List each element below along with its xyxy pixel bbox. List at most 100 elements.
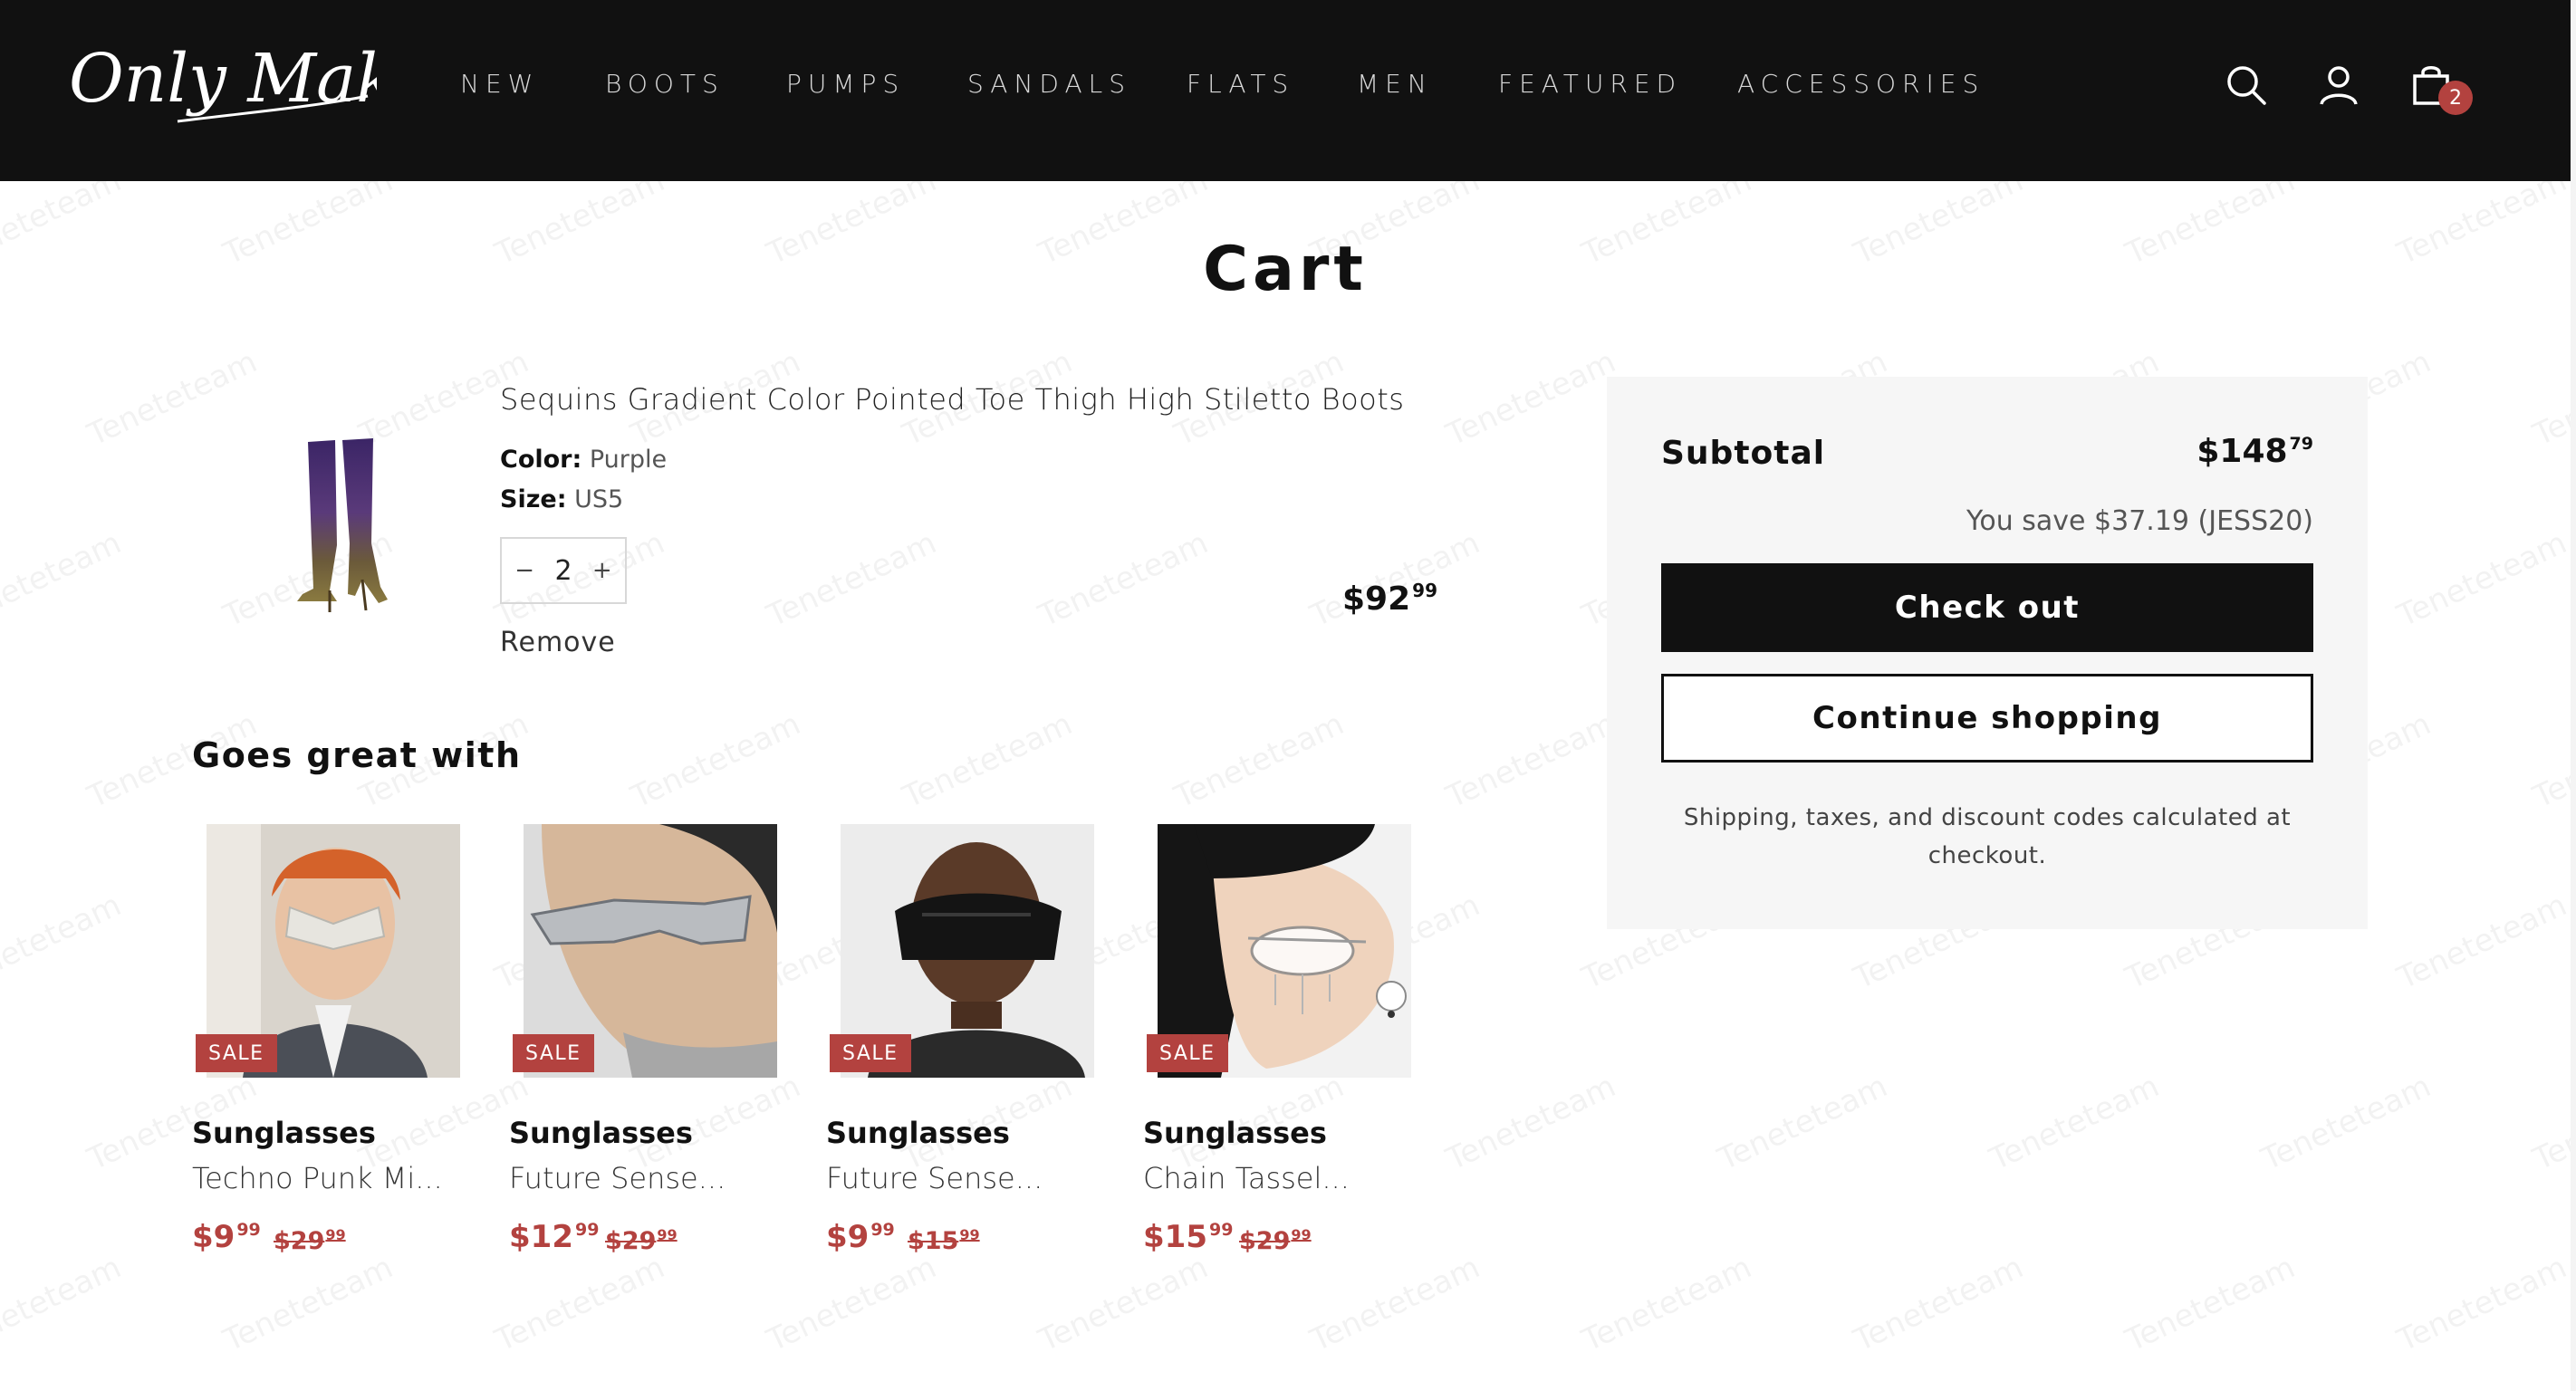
nav-item-featured[interactable]: FEATURED bbox=[1498, 69, 1682, 99]
cart-item-image[interactable] bbox=[272, 435, 399, 616]
watermark-text: Teneteteam bbox=[2255, 1068, 2437, 1178]
watermark-text: Teneteteam bbox=[761, 1249, 942, 1359]
product-sale-price-cents: 99 bbox=[574, 1220, 600, 1240]
watermark-text: Teneteteam bbox=[1848, 1249, 2029, 1359]
product-original-price-main: $15 bbox=[908, 1227, 959, 1255]
cart-item-title[interactable]: Sequins Gradient Color Pointed Toe Thigh… bbox=[500, 382, 1404, 417]
nav-item-boots[interactable]: BOOTS bbox=[605, 69, 725, 99]
product-name[interactable]: Sunglasses bbox=[192, 1116, 376, 1150]
watermark-text: Teneteteam bbox=[2391, 524, 2572, 635]
cart-item-price: $92 99 bbox=[1342, 580, 1437, 618]
size-value: US5 bbox=[574, 485, 624, 513]
watermark-text: Teneteteam bbox=[1440, 1068, 1621, 1178]
main-nav: NEW BOOTS PUMPS SANDALS FLATS MEN FEATUR… bbox=[0, 69, 2174, 105]
cart-item-color: Color: Purple bbox=[500, 446, 667, 474]
product-sale-price-cents: 99 bbox=[1208, 1220, 1234, 1240]
nav-item-sandals[interactable]: SANDALS bbox=[967, 69, 1131, 99]
watermark-text: Teneteteam bbox=[1440, 343, 1621, 454]
checkout-button[interactable]: Check out bbox=[1661, 563, 2313, 652]
product-original-price-main: $29 bbox=[605, 1227, 657, 1255]
watermark-text: Teneteteam bbox=[489, 1249, 670, 1359]
qty-increase-button[interactable]: + bbox=[587, 557, 618, 584]
site-header: Only Maker NEW BOOTS PUMPS SANDALS FLATS… bbox=[0, 0, 2571, 181]
remove-item-link[interactable]: Remove bbox=[500, 627, 616, 658]
watermark-text: Teneteteam bbox=[2119, 1249, 2301, 1359]
product-sale-price-main: $9 bbox=[826, 1219, 870, 1255]
recommendations-title: Goes great with bbox=[192, 735, 522, 775]
watermark-text: Teneteteam bbox=[1576, 1249, 1757, 1359]
cart-item-price-cents: 99 bbox=[1412, 580, 1437, 601]
savings-text: You save $37.19 (JESS20) bbox=[1966, 505, 2313, 537]
product-subtitle[interactable]: Future Sense... bbox=[509, 1161, 726, 1195]
product-sale-price: $9 99 bbox=[192, 1219, 261, 1255]
product-original-price: $1599 bbox=[908, 1226, 980, 1255]
size-label: Size: bbox=[500, 485, 567, 513]
search-icon[interactable] bbox=[2225, 63, 2268, 107]
watermark-text: Teneteteam bbox=[217, 1249, 399, 1359]
account-icon[interactable] bbox=[2317, 63, 2360, 107]
product-name[interactable]: Sunglasses bbox=[1143, 1116, 1327, 1150]
product-name[interactable]: Sunglasses bbox=[509, 1116, 693, 1150]
product-original-price-main: $29 bbox=[274, 1227, 325, 1255]
product-sale-price: $12 99 bbox=[509, 1219, 599, 1255]
order-summary-panel: Subtotal $148 79 You save $37.19 (JESS20)… bbox=[1607, 377, 2368, 929]
nav-item-accessories[interactable]: ACCESSORIES bbox=[1737, 69, 1985, 99]
watermark-text: Teneteteam bbox=[1304, 1249, 1485, 1359]
subtotal-amount-main: $148 bbox=[2196, 433, 2288, 470]
color-value: Purple bbox=[589, 446, 668, 474]
nav-item-pumps[interactable]: PUMPS bbox=[786, 69, 905, 99]
watermark-text: Teneteteam bbox=[761, 524, 942, 635]
product-sale-price-main: $15 bbox=[1143, 1219, 1207, 1255]
product-original-price-cents: 99 bbox=[325, 1226, 346, 1243]
watermark-text: Teneteteam bbox=[1033, 524, 1214, 635]
cart-item-size: Size: US5 bbox=[500, 485, 623, 513]
product-original-price: $2999 bbox=[274, 1226, 346, 1255]
product-subtitle[interactable]: Techno Punk Mi... bbox=[192, 1161, 443, 1195]
page-title: Cart bbox=[1203, 234, 1368, 305]
qty-value[interactable]: 2 bbox=[554, 555, 572, 587]
watermark-text: Teneteteam bbox=[1440, 705, 1621, 816]
watermark-text: Teneteteam bbox=[2391, 1249, 2572, 1359]
watermark-text: Teneteteam bbox=[2527, 705, 2576, 816]
product-original-price-main: $29 bbox=[1239, 1227, 1291, 1255]
watermark-text: Teneteteam bbox=[2391, 887, 2572, 997]
product-name[interactable]: Sunglasses bbox=[826, 1116, 1010, 1150]
subtotal-amount: $148 79 bbox=[2196, 433, 2313, 470]
watermark-text: Teneteteam bbox=[1712, 1068, 1893, 1178]
qty-decrease-button[interactable]: − bbox=[509, 557, 540, 584]
product-sale-price: $15 99 bbox=[1143, 1219, 1233, 1255]
product-original-price-cents: 99 bbox=[657, 1226, 678, 1243]
sale-badge: SALE bbox=[1147, 1034, 1228, 1072]
watermark-text: Teneteteam bbox=[1168, 705, 1350, 816]
continue-shopping-button[interactable]: Continue shopping bbox=[1661, 674, 2313, 763]
watermark-text: Teneteteam bbox=[2527, 343, 2576, 454]
product-subtitle[interactable]: Future Sense... bbox=[826, 1161, 1043, 1195]
product-original-price: $2999 bbox=[605, 1226, 678, 1255]
watermark-text: Teneteteam bbox=[82, 343, 263, 454]
subtotal-label: Subtotal bbox=[1661, 435, 1826, 472]
watermark-text: Teneteteam bbox=[1033, 1249, 1214, 1359]
product-sale-price-cents: 99 bbox=[870, 1220, 895, 1240]
sale-badge: SALE bbox=[513, 1034, 594, 1072]
sale-badge: SALE bbox=[196, 1034, 277, 1072]
product-subtitle[interactable]: Chain Tassel... bbox=[1143, 1161, 1350, 1195]
sale-badge: SALE bbox=[830, 1034, 911, 1072]
product-original-price-cents: 99 bbox=[959, 1226, 980, 1243]
product-sale-price-main: $12 bbox=[509, 1219, 573, 1255]
watermark-text: Teneteteam bbox=[897, 705, 1078, 816]
watermark-text: Teneteteam bbox=[0, 887, 127, 997]
product-original-price-cents: 99 bbox=[1291, 1226, 1312, 1243]
cart-count-badge: 2 bbox=[2438, 81, 2473, 115]
watermark-text: Teneteteam bbox=[0, 524, 127, 635]
nav-item-new[interactable]: NEW bbox=[460, 69, 539, 99]
product-sale-price-main: $9 bbox=[192, 1219, 235, 1255]
watermark-text: Teneteteam bbox=[625, 705, 806, 816]
product-original-price: $2999 bbox=[1239, 1226, 1312, 1255]
cart-item-price-main: $92 bbox=[1342, 580, 1411, 618]
quantity-stepper: − 2 + bbox=[500, 537, 627, 604]
shipping-note: Shipping, taxes, and discount codes calc… bbox=[1683, 804, 2292, 869]
nav-item-flats[interactable]: FLATS bbox=[1187, 69, 1294, 99]
nav-item-men[interactable]: MEN bbox=[1357, 69, 1433, 99]
scrollbar[interactable] bbox=[2571, 0, 2576, 1391]
subtotal-amount-cents: 79 bbox=[2289, 434, 2313, 454]
